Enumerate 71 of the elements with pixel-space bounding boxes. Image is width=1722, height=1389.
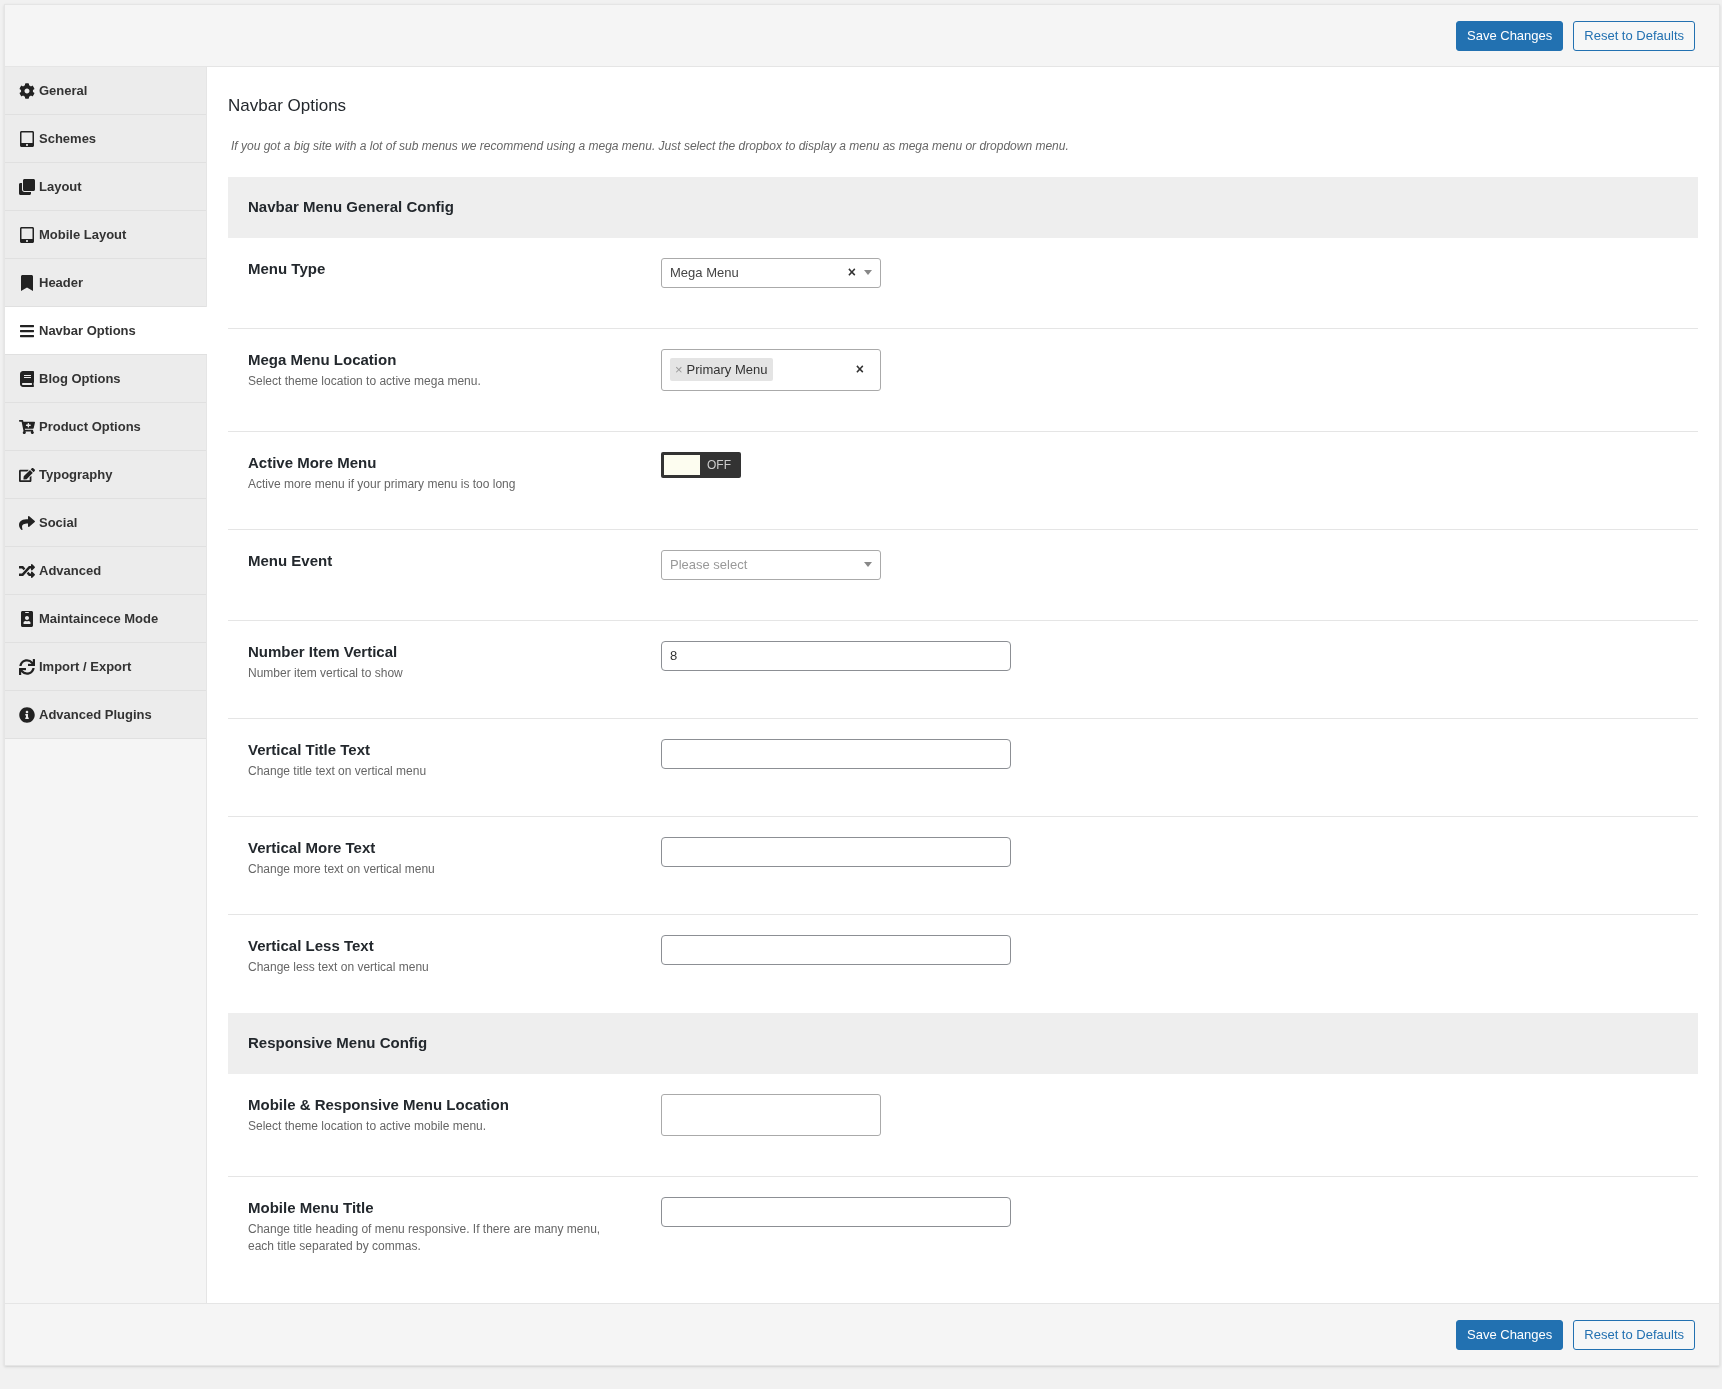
field-help: Change less text on vertical menu <box>248 959 430 976</box>
clear-icon[interactable]: × <box>855 359 864 380</box>
field-help: Select theme location to active mega menu. <box>248 373 482 390</box>
field-help: Active more menu if your primary menu is too long <box>248 476 517 493</box>
field-label: Vertical Title Text <box>248 739 371 760</box>
sidebar-item[interactable]: Navbar Options <box>5 307 207 355</box>
sidebar-item[interactable]: Social <box>5 499 206 547</box>
badge-icon <box>19 610 35 627</box>
reset-button[interactable]: Reset to Defaults <box>1573 20 1695 51</box>
field-label: Menu Type <box>248 258 327 279</box>
sync-icon <box>19 658 35 675</box>
tablet-icon <box>19 226 35 243</box>
save-button[interactable]: Save Changes <box>1456 20 1564 51</box>
text-field[interactable]: 8 <box>661 640 1011 671</box>
field-help: Number item vertical to show <box>248 665 404 682</box>
multiselect-field[interactable] <box>661 1093 881 1136</box>
text-field[interactable] <box>661 1196 1011 1227</box>
save-button[interactable]: Save Changes <box>1456 1319 1564 1350</box>
sidebar-item[interactable]: Advanced <box>5 547 206 595</box>
sidebar-item[interactable]: Mobile Layout <box>5 211 206 259</box>
sidebar-item[interactable]: Header <box>5 259 206 307</box>
sidebar-item[interactable]: Product Options <box>5 403 206 451</box>
menu-icon <box>19 322 35 339</box>
field-label: Active More Menu <box>248 452 378 473</box>
select-field[interactable]: Mega Menu × <box>661 257 881 288</box>
field-label: Mobile & Responsive Menu Location <box>248 1094 510 1115</box>
reset-button[interactable]: Reset to Defaults <box>1573 1319 1695 1350</box>
field-label: Number Item Vertical <box>248 641 399 662</box>
toggle-switch[interactable]: OFF <box>661 451 741 478</box>
selected-tag: × Primary Menu <box>670 357 773 382</box>
page-description: If you got a big site with a lot of sub menus we recommend using a mega menu. Just select the dropbox to display a menu as mega menu or dropdown menu. <box>230 137 1070 155</box>
share-icon <box>19 514 35 531</box>
field-label: Vertical More Text <box>248 837 377 858</box>
text-field[interactable] <box>661 836 1011 867</box>
gear-icon <box>19 82 35 99</box>
sidebar-item[interactable]: Blog Options <box>5 355 206 403</box>
info-icon <box>19 706 35 723</box>
field-help: Change more text on vertical menu <box>248 861 436 878</box>
book-icon <box>19 370 35 387</box>
caret-icon <box>864 562 872 567</box>
text-field[interactable] <box>661 738 1011 769</box>
caret-icon <box>864 270 872 275</box>
bookmark-icon <box>19 274 35 291</box>
toggle-label: OFF <box>706 456 732 474</box>
field-label: Vertical Less Text <box>248 935 375 956</box>
sidebar-item[interactable]: Typography <box>5 451 206 499</box>
select-placeholder: Please select <box>670 555 749 574</box>
tablet-icon <box>19 130 35 147</box>
sidebar-item[interactable]: Layout <box>5 163 206 211</box>
field-label: Menu Event <box>248 550 334 571</box>
field-help: Change title text on vertical menu <box>248 763 428 780</box>
field-label: Mega Menu Location <box>248 349 398 370</box>
edit-icon <box>19 466 35 483</box>
sidebar-item[interactable]: Import / Export <box>5 643 206 691</box>
field-help: Change title heading of menu responsive. If there are many menu, each title separated by commas. <box>248 1221 602 1255</box>
multiselect-field[interactable]: × Primary Menu × <box>661 348 881 391</box>
section-header: Responsive Menu Config <box>228 1012 1698 1074</box>
section-header: Navbar Menu General Config <box>228 176 1698 238</box>
sidebar-item[interactable]: Advanced Plugins <box>5 691 206 739</box>
copy-icon <box>19 178 35 195</box>
field-help: Select theme location to active mobile menu. <box>248 1118 488 1135</box>
clear-icon[interactable]: × <box>847 262 856 283</box>
shuffle-icon <box>19 562 35 579</box>
sidebar-item[interactable]: General <box>5 67 206 115</box>
cart-icon <box>19 418 35 435</box>
page-title: Navbar Options <box>228 95 348 117</box>
select-value: Mega Menu <box>670 263 740 282</box>
text-field[interactable] <box>661 934 1011 965</box>
field-label: Mobile Menu Title <box>248 1197 375 1218</box>
sidebar-item[interactable]: Schemes <box>5 115 206 163</box>
sidebar-item[interactable]: Maintaincece Mode <box>5 595 206 643</box>
